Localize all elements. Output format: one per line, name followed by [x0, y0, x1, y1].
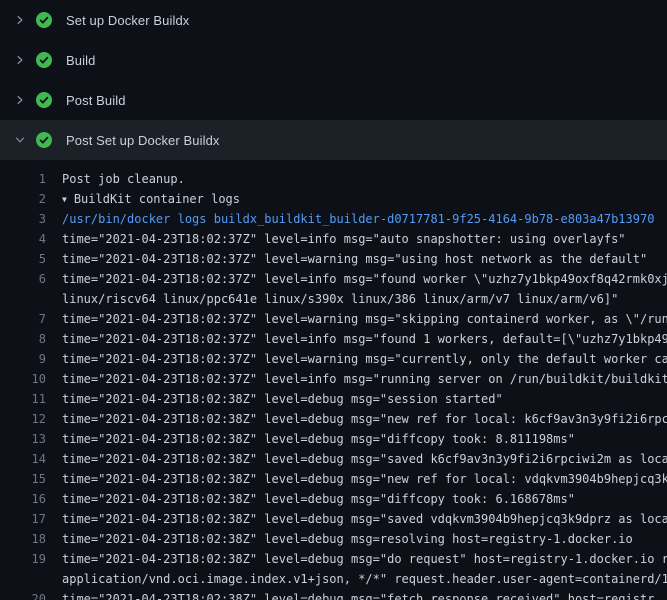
- line-number[interactable]: 11: [0, 389, 46, 409]
- log-text: application/vnd.oci.image.index.v1+json,…: [46, 569, 667, 589]
- log-line: 5time="2021-04-23T18:02:37Z" level=warni…: [0, 249, 667, 269]
- log-text: Post job cleanup.: [46, 169, 185, 189]
- success-check-icon: [36, 92, 52, 108]
- line-number[interactable]: [0, 289, 46, 309]
- line-number[interactable]: 14: [0, 449, 46, 469]
- log-text: time="2021-04-23T18:02:37Z" level=info m…: [46, 369, 667, 389]
- line-number[interactable]: 4: [0, 229, 46, 249]
- log-group-label: BuildKit container logs: [74, 192, 240, 206]
- success-check-icon: [36, 132, 52, 148]
- success-check-icon: [36, 12, 52, 28]
- log-line: 2 ▼ BuildKit container logs: [0, 189, 667, 209]
- line-number[interactable]: 15: [0, 469, 46, 489]
- log-line: 11time="2021-04-23T18:02:38Z" level=debu…: [0, 389, 667, 409]
- section-header[interactable]: Set up Docker Buildx: [0, 0, 667, 40]
- log-text: time="2021-04-23T18:02:38Z" level=debug …: [46, 589, 654, 600]
- line-number[interactable]: 8: [0, 329, 46, 349]
- section-header[interactable]: Post Set up Docker Buildx: [0, 120, 667, 160]
- log-group-toggle[interactable]: ▼ BuildKit container logs: [46, 189, 240, 209]
- log-text: time="2021-04-23T18:02:37Z" level=info m…: [46, 229, 626, 249]
- log-line: 16time="2021-04-23T18:02:38Z" level=debu…: [0, 489, 667, 509]
- log-line: 12time="2021-04-23T18:02:38Z" level=debu…: [0, 409, 667, 429]
- chevron-right-icon: [12, 52, 28, 68]
- log-line: 6time="2021-04-23T18:02:37Z" level=info …: [0, 269, 667, 289]
- section-label: Build: [66, 53, 95, 68]
- log-text: time="2021-04-23T18:02:37Z" level=info m…: [46, 329, 667, 349]
- success-check-icon: [36, 52, 52, 68]
- log-line-continuation: linux/riscv64 linux/ppc641e linux/s390x …: [0, 289, 667, 309]
- log-text: time="2021-04-23T18:02:38Z" level=debug …: [46, 529, 633, 549]
- log-line: 17time="2021-04-23T18:02:38Z" level=debu…: [0, 509, 667, 529]
- line-number[interactable]: 6: [0, 269, 46, 289]
- log-text: time="2021-04-23T18:02:38Z" level=debug …: [46, 389, 503, 409]
- chevron-down-icon: [12, 132, 28, 148]
- log-line: 15time="2021-04-23T18:02:38Z" level=debu…: [0, 469, 667, 489]
- step-sections: Set up Docker Buildx Build Post Build Post …: [0, 0, 667, 160]
- log-line: 18time="2021-04-23T18:02:38Z" level=debu…: [0, 529, 667, 549]
- line-number[interactable]: 20: [0, 589, 46, 600]
- log-line: 10time="2021-04-23T18:02:37Z" level=info…: [0, 369, 667, 389]
- log-line: 1Post job cleanup.: [0, 169, 667, 189]
- line-number[interactable]: 12: [0, 409, 46, 429]
- line-number[interactable]: 16: [0, 489, 46, 509]
- line-number[interactable]: 7: [0, 309, 46, 329]
- section-header[interactable]: Post Build: [0, 80, 667, 120]
- log-text: time="2021-04-23T18:02:37Z" level=warnin…: [46, 309, 667, 329]
- line-number[interactable]: 1: [0, 169, 46, 189]
- log-text: time="2021-04-23T18:02:38Z" level=debug …: [46, 429, 575, 449]
- log-line: 20time="2021-04-23T18:02:38Z" level=debu…: [0, 589, 667, 600]
- chevron-right-icon: [12, 12, 28, 28]
- log-area: 1Post job cleanup.2 ▼ BuildKit container l…: [0, 160, 667, 600]
- log-text: time="2021-04-23T18:02:38Z" level=debug …: [46, 549, 667, 569]
- line-number[interactable]: 10: [0, 369, 46, 389]
- line-number[interactable]: [0, 569, 46, 589]
- log-line: 8time="2021-04-23T18:02:37Z" level=info …: [0, 329, 667, 349]
- log-text: time="2021-04-23T18:02:37Z" level=warnin…: [46, 249, 647, 269]
- log-text: time="2021-04-23T18:02:38Z" level=debug …: [46, 509, 667, 529]
- line-number[interactable]: 19: [0, 549, 46, 569]
- log-text: linux/riscv64 linux/ppc641e linux/s390x …: [46, 289, 618, 309]
- line-number[interactable]: 17: [0, 509, 46, 529]
- chevron-right-icon: [12, 92, 28, 108]
- line-number[interactable]: 9: [0, 349, 46, 369]
- section-label: Post Build: [66, 93, 126, 108]
- log-line: 3/usr/bin/docker logs buildx_buildkit_bu…: [0, 209, 667, 229]
- log-text: time="2021-04-23T18:02:38Z" level=debug …: [46, 409, 667, 429]
- log-text: time="2021-04-23T18:02:37Z" level=info m…: [46, 269, 667, 289]
- section-label: Set up Docker Buildx: [66, 13, 189, 28]
- line-number[interactable]: 18: [0, 529, 46, 549]
- log-line: 19time="2021-04-23T18:02:38Z" level=debu…: [0, 549, 667, 569]
- log-line: 9time="2021-04-23T18:02:37Z" level=warni…: [0, 349, 667, 369]
- section-header[interactable]: Build: [0, 40, 667, 80]
- line-number[interactable]: 5: [0, 249, 46, 269]
- log-line: 7time="2021-04-23T18:02:37Z" level=warni…: [0, 309, 667, 329]
- line-number[interactable]: 2: [0, 189, 46, 209]
- log-text: time="2021-04-23T18:02:38Z" level=debug …: [46, 449, 667, 469]
- log-line: 13time="2021-04-23T18:02:38Z" level=debu…: [0, 429, 667, 449]
- line-number[interactable]: 13: [0, 429, 46, 449]
- log-line-continuation: application/vnd.oci.image.index.v1+json,…: [0, 569, 667, 589]
- log-line: 14time="2021-04-23T18:02:38Z" level=debu…: [0, 449, 667, 469]
- section-label: Post Set up Docker Buildx: [66, 133, 220, 148]
- log-text: time="2021-04-23T18:02:38Z" level=debug …: [46, 489, 575, 509]
- line-number[interactable]: 3: [0, 209, 46, 229]
- log-line: 4time="2021-04-23T18:02:37Z" level=info …: [0, 229, 667, 249]
- log-text: time="2021-04-23T18:02:38Z" level=debug …: [46, 469, 667, 489]
- triangle-down-icon: ▼: [62, 190, 67, 209]
- log-text: time="2021-04-23T18:02:37Z" level=warnin…: [46, 349, 667, 369]
- log-command-text: /usr/bin/docker logs buildx_buildkit_bui…: [46, 209, 654, 229]
- actions-log-viewer: Set up Docker Buildx Build Post Build Post …: [0, 0, 667, 600]
